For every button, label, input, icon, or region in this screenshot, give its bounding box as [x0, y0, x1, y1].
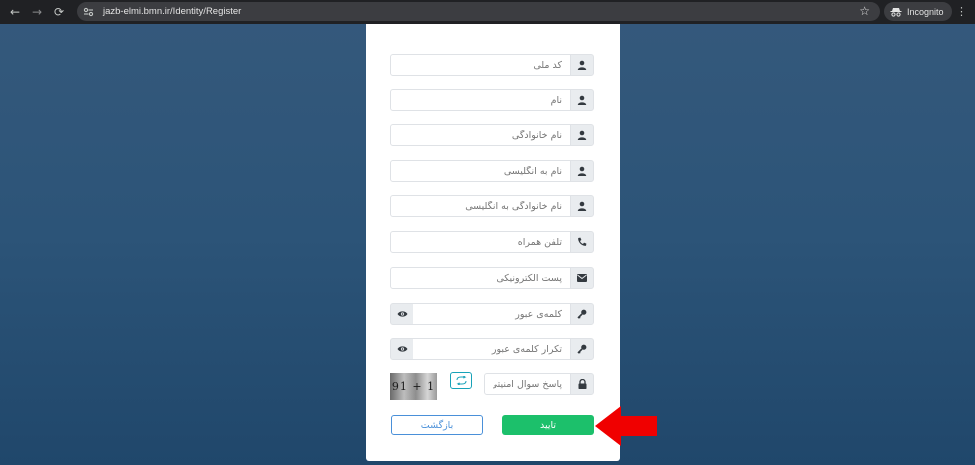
mobile-input[interactable]: [390, 231, 571, 253]
submit-button[interactable]: تایید: [502, 415, 594, 435]
national-code-row: [390, 54, 594, 76]
incognito-icon: [890, 7, 902, 17]
key-icon: [570, 338, 594, 360]
email-input[interactable]: [390, 267, 571, 289]
register-card: 91 + 1 بازگشت تایید: [366, 24, 620, 461]
user-icon: [570, 195, 594, 217]
kebab-menu-icon[interactable]: ⋮: [956, 5, 967, 19]
browser-toolbar: ← → ⟳ jazb-elmi.bmn.ir/Identity/Register…: [0, 0, 975, 24]
english-last-name-row: [390, 195, 594, 217]
english-first-name-input[interactable]: [390, 160, 571, 182]
refresh-icon: [456, 376, 466, 385]
reload-icon[interactable]: ⟳: [48, 0, 70, 24]
bookmark-star-icon[interactable]: ☆: [859, 4, 870, 18]
site-settings-icon[interactable]: [83, 7, 97, 17]
english-first-name-row: [390, 160, 594, 182]
security-answer-row: [484, 373, 594, 395]
incognito-label: Incognito: [907, 6, 944, 17]
phone-icon: [570, 231, 594, 253]
last-name-input[interactable]: [390, 124, 571, 146]
captcha-refresh-button[interactable]: [450, 372, 472, 389]
first-name-input[interactable]: [390, 89, 571, 111]
user-icon: [570, 54, 594, 76]
eye-icon[interactable]: [390, 338, 414, 360]
captcha-text: 91 + 1: [391, 380, 436, 393]
first-name-row: [390, 89, 594, 111]
back-arrow-icon[interactable]: ←: [4, 0, 26, 24]
forward-arrow-icon[interactable]: →: [26, 0, 48, 24]
url-text: jazb-elmi.bmn.ir/Identity/Register: [103, 6, 242, 17]
password-row: [390, 303, 594, 325]
last-name-row: [390, 124, 594, 146]
back-button[interactable]: بازگشت: [391, 415, 483, 435]
user-icon: [570, 124, 594, 146]
password-confirm-row: [390, 338, 594, 360]
incognito-badge[interactable]: Incognito: [884, 2, 952, 21]
lock-icon: [570, 373, 594, 395]
password-confirm-input[interactable]: [413, 338, 571, 360]
mobile-row: [390, 231, 594, 253]
security-answer-input[interactable]: [484, 373, 571, 395]
key-icon: [570, 303, 594, 325]
english-last-name-input[interactable]: [390, 195, 571, 217]
envelope-icon: [570, 267, 594, 289]
national-code-input[interactable]: [390, 54, 571, 76]
email-row: [390, 267, 594, 289]
password-input[interactable]: [413, 303, 571, 325]
user-icon: [570, 89, 594, 111]
eye-icon[interactable]: [390, 303, 414, 325]
user-icon: [570, 160, 594, 182]
address-bar[interactable]: jazb-elmi.bmn.ir/Identity/Register ☆: [77, 2, 880, 21]
red-arrow-annotation: [595, 406, 657, 446]
captcha-image: 91 + 1: [390, 373, 437, 400]
